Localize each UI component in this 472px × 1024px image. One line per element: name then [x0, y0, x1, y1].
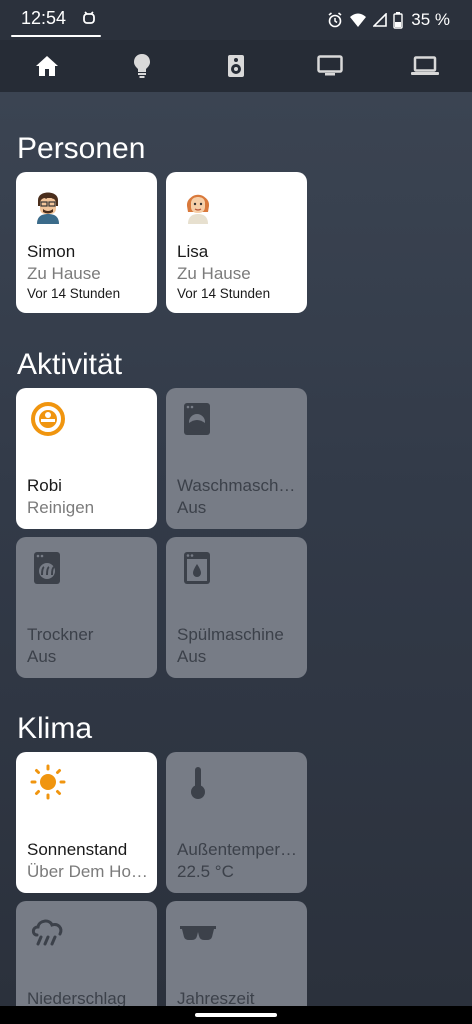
- device-name: Robi: [27, 476, 62, 495]
- status-bar: 12:54 35 %: [0, 0, 472, 40]
- person-state: Zu Hause: [177, 264, 251, 283]
- tab-home[interactable]: [0, 40, 94, 92]
- sensor-name: Sonnenstand: [27, 840, 128, 859]
- sensor-name: Jahreszeit: [177, 989, 255, 1006]
- sensor-state: Über Dem Horizont: [27, 862, 149, 881]
- washing-machine-icon: [184, 403, 210, 435]
- thermometer-icon: [191, 767, 205, 799]
- status-underline: [11, 35, 101, 37]
- avatar-lisa: [186, 194, 210, 224]
- battery-icon: [393, 11, 403, 29]
- person-name: Lisa: [177, 242, 209, 261]
- person-state: Zu Hause: [27, 264, 101, 283]
- system-navigation-bar: [0, 1006, 472, 1024]
- device-state: Aus: [27, 647, 57, 666]
- view-tabs: [0, 40, 472, 92]
- battery-percent: 35 %: [411, 10, 450, 29]
- rain-icon: [31, 919, 63, 946]
- sun-icon: [30, 764, 66, 800]
- sunglasses-icon: [180, 926, 216, 940]
- avatar-simon: [37, 192, 59, 224]
- dashboard-content[interactable]: Personen Simon Zu Hause Vor 14 Stunden L…: [0, 92, 472, 1006]
- lightbulb-icon: [133, 54, 150, 78]
- dryer-icon: [34, 552, 60, 584]
- laptop-icon: [410, 56, 439, 75]
- climate-card-sonnenstand[interactable]: Sonnenstand Über Dem Horizont: [16, 752, 157, 893]
- activity-card-spuelmaschine[interactable]: Spülmaschine Aus: [166, 537, 307, 678]
- monitor-icon: [317, 55, 344, 76]
- section-title-klima: Klima: [17, 712, 93, 745]
- status-icons: 35 %: [327, 10, 450, 30]
- alarm-icon: [328, 12, 342, 28]
- tab-tv[interactable]: [283, 40, 377, 92]
- tab-lights[interactable]: [94, 40, 188, 92]
- home-icon: [36, 56, 59, 76]
- tab-speakers[interactable]: [189, 40, 283, 92]
- device-state: Aus: [177, 647, 207, 666]
- home-gesture-handle[interactable]: [195, 1013, 277, 1017]
- sensor-name: Außentemperatur: [177, 840, 299, 859]
- activity-card-waschmaschine[interactable]: Waschmaschine Aus: [166, 388, 307, 529]
- wifi-icon: [350, 13, 367, 27]
- climate-card-aussentemperatur[interactable]: Außentemperatur 22.5 °C: [166, 752, 307, 893]
- person-card-simon[interactable]: Simon Zu Hause Vor 14 Stunden: [16, 172, 157, 313]
- person-name: Simon: [27, 242, 76, 261]
- person-last-changed: Vor 14 Stunden: [27, 286, 121, 301]
- device-name: Trockner: [27, 625, 94, 644]
- device-state: Aus: [177, 498, 207, 517]
- dishwasher-icon: [184, 552, 210, 584]
- speaker-icon: [228, 55, 245, 77]
- person-card-lisa[interactable]: Lisa Zu Hause Vor 14 Stunden: [166, 172, 307, 313]
- robot-vacuum-icon: [31, 402, 65, 436]
- notification-icon: [83, 11, 95, 24]
- sensor-name: Niederschlag: [27, 989, 127, 1006]
- signal-icon: [373, 13, 388, 27]
- climate-card-niederschlag[interactable]: Niederschlag: [16, 901, 157, 1006]
- status-time: 12:54: [21, 8, 67, 28]
- tab-computer[interactable]: [378, 40, 472, 92]
- device-name: Waschmaschine: [177, 476, 299, 495]
- climate-card-jahreszeit[interactable]: Jahreszeit: [166, 901, 307, 1006]
- section-title-personen: Personen: [17, 132, 146, 165]
- activity-card-robi[interactable]: Robi Reinigen: [16, 388, 157, 529]
- device-name: Spülmaschine: [177, 625, 284, 644]
- section-title-aktivitaet: Aktivität: [17, 348, 123, 381]
- sensor-state: 22.5 °C: [177, 862, 234, 881]
- person-last-changed: Vor 14 Stunden: [177, 286, 271, 301]
- activity-card-trockner[interactable]: Trockner Aus: [16, 537, 157, 678]
- device-state: Reinigen: [27, 498, 95, 517]
